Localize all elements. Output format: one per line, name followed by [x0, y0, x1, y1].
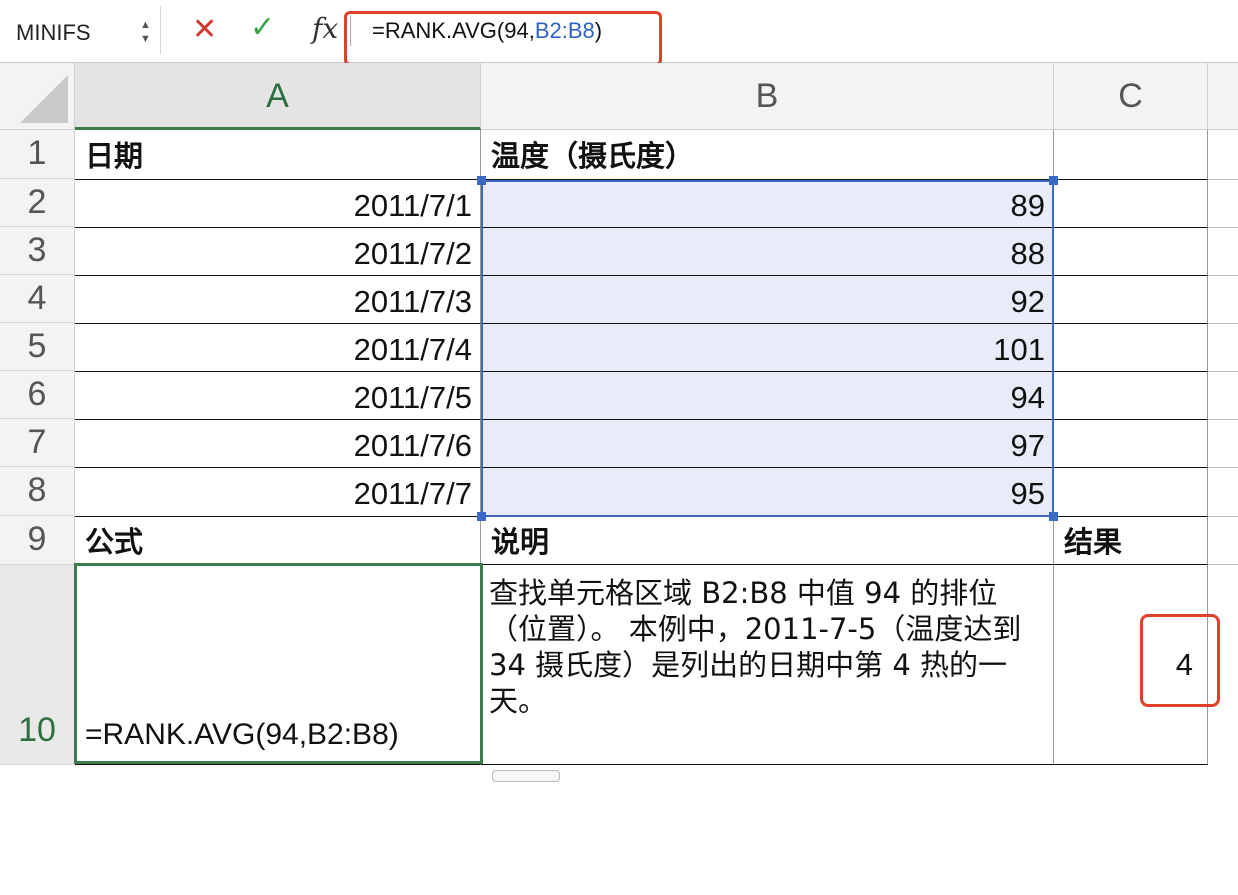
- cell-c8[interactable]: [1054, 468, 1208, 517]
- row-header-3[interactable]: 3: [0, 227, 75, 275]
- cell-b5[interactable]: 101: [481, 324, 1054, 372]
- select-all-triangle-icon: [20, 75, 68, 123]
- name-box-dropdown-icon[interactable]: ▲ ▼: [140, 18, 151, 46]
- selection-handle[interactable]: [1049, 512, 1058, 521]
- name-box[interactable]: MINIFS ▲ ▼: [0, 6, 161, 54]
- row-header-7[interactable]: 7: [0, 419, 75, 467]
- grid-line: [1208, 227, 1238, 228]
- cell-b6[interactable]: 94: [481, 372, 1054, 420]
- grid-line: [1208, 179, 1238, 180]
- cell-a1[interactable]: 日期: [75, 130, 481, 180]
- cell-b3[interactable]: 88: [481, 228, 1054, 276]
- cell-c9[interactable]: 结果: [1054, 517, 1208, 565]
- formula-highlight-box: [344, 11, 662, 66]
- formula-bar: MINIFS ▲ ▼ ✕ ✓ fx =RANK.AVG(94,B2:B8): [0, 0, 1238, 66]
- row-header-1[interactable]: 1: [0, 130, 75, 179]
- column-header-d[interactable]: [1208, 63, 1238, 130]
- cell-b4[interactable]: 92: [481, 276, 1054, 324]
- cell-a2[interactable]: 2011/7/1: [75, 180, 481, 228]
- cell-a3[interactable]: 2011/7/2: [75, 228, 481, 276]
- cell-b9[interactable]: 说明: [481, 517, 1054, 565]
- grid-line: [1208, 419, 1238, 420]
- name-box-value: MINIFS: [16, 20, 91, 45]
- cell-c6[interactable]: [1054, 372, 1208, 420]
- cell-b7[interactable]: 97: [481, 420, 1054, 468]
- cell-b2[interactable]: 89: [481, 180, 1054, 228]
- cell-c1[interactable]: [1054, 130, 1208, 180]
- cell-b10[interactable]: 查找单元格区域 B2:B8 中值 94 的排位（位置）。 本例中，2011-7-…: [481, 565, 1054, 765]
- cell-a5[interactable]: 2011/7/4: [75, 324, 481, 372]
- grid-line: [1208, 371, 1238, 372]
- column-header-c[interactable]: C: [1054, 63, 1208, 130]
- column-header-b[interactable]: B: [481, 63, 1054, 130]
- grid-line: [1208, 323, 1238, 324]
- cell-c3[interactable]: [1054, 228, 1208, 276]
- selection-handle[interactable]: [477, 176, 486, 185]
- row-header-2[interactable]: 2: [0, 179, 75, 227]
- grid-line: [1208, 275, 1238, 276]
- grid-line: [1208, 516, 1238, 517]
- cell-a9[interactable]: 公式: [75, 517, 481, 565]
- column-header-a[interactable]: A: [75, 63, 481, 130]
- select-all-corner[interactable]: [0, 63, 75, 130]
- cancel-icon[interactable]: ✕: [192, 14, 217, 46]
- cell-c4[interactable]: [1054, 276, 1208, 324]
- selection-handle[interactable]: [1049, 176, 1058, 185]
- cell-a4[interactable]: 2011/7/3: [75, 276, 481, 324]
- cell-c5[interactable]: [1054, 324, 1208, 372]
- insert-function-icon[interactable]: fx: [312, 12, 338, 45]
- partial-control[interactable]: [492, 770, 560, 782]
- grid-line: [1208, 564, 1238, 565]
- cell-a7[interactable]: 2011/7/6: [75, 420, 481, 468]
- row-header-6[interactable]: 6: [0, 371, 75, 419]
- cell-a10[interactable]: =RANK.AVG(94,B2:B8): [75, 565, 481, 765]
- cell-a6[interactable]: 2011/7/5: [75, 372, 481, 420]
- grid-line: [1208, 467, 1238, 468]
- row-header-9[interactable]: 9: [0, 516, 75, 565]
- result-highlight-box: [1140, 614, 1220, 707]
- cell-c2[interactable]: [1054, 180, 1208, 228]
- selection-handle[interactable]: [477, 512, 486, 521]
- row-header-8[interactable]: 8: [0, 467, 75, 516]
- row-header-5[interactable]: 5: [0, 323, 75, 371]
- enter-icon[interactable]: ✓: [250, 12, 275, 44]
- cell-a8[interactable]: 2011/7/7: [75, 468, 481, 517]
- cell-b1[interactable]: 温度（摄氏度）: [481, 130, 1054, 180]
- cell-c7[interactable]: [1054, 420, 1208, 468]
- cell-b8[interactable]: 95: [481, 468, 1054, 517]
- row-header-4[interactable]: 4: [0, 275, 75, 323]
- row-header-10[interactable]: 10: [0, 565, 75, 765]
